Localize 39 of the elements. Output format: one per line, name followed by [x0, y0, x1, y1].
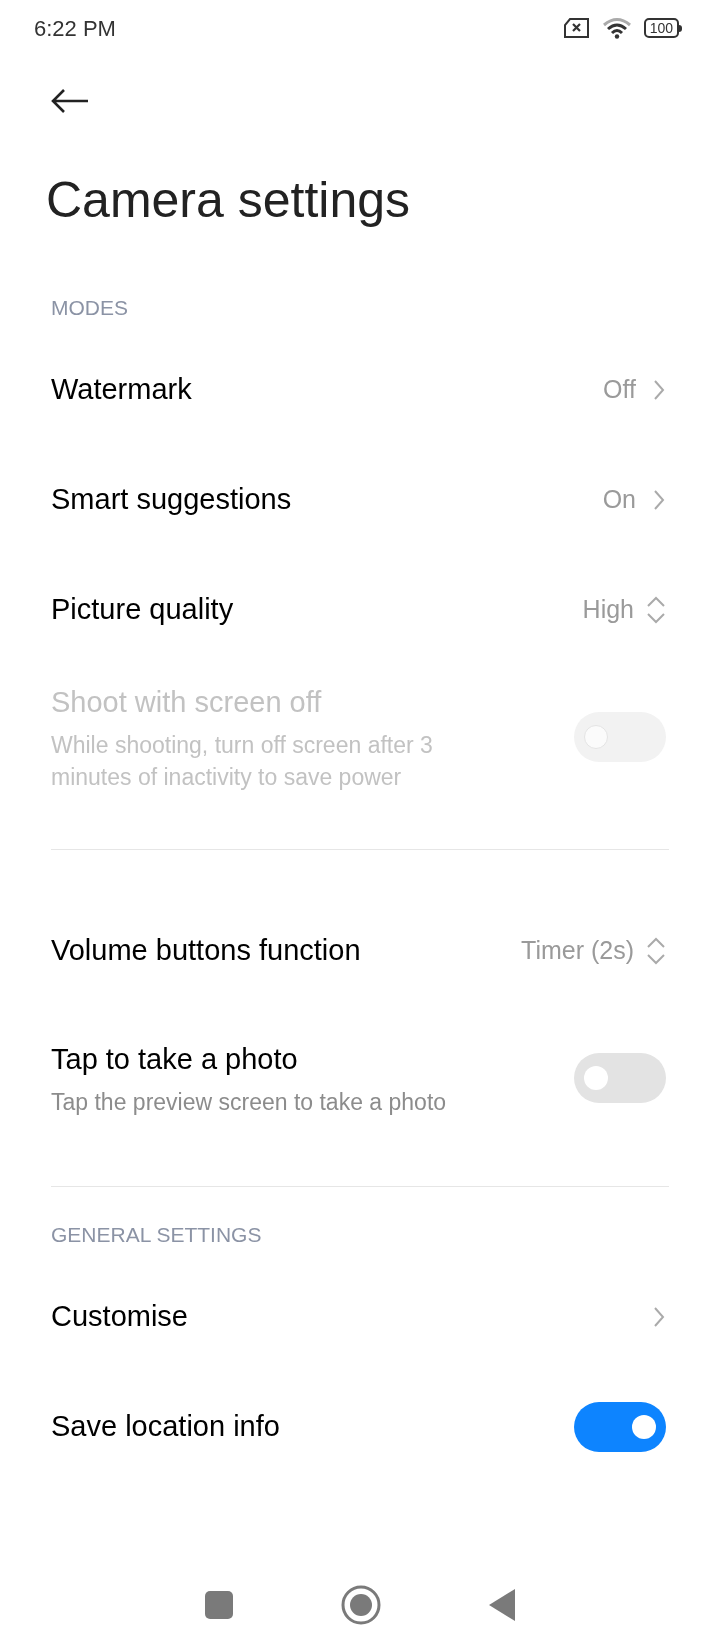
up-down-chevron-icon	[646, 595, 666, 625]
chevron-right-icon	[652, 488, 666, 512]
up-down-chevron-icon	[646, 936, 666, 966]
settings-row[interactable]: Smart suggestions On	[0, 445, 720, 555]
setting-label: Tap to take a photo	[51, 1042, 299, 1078]
setting-label: Smart suggestions	[51, 482, 292, 518]
section-header: MODES	[51, 294, 128, 321]
setting-description: While shooting, turn off screen after 3 minutes of inactivity to save power	[51, 730, 434, 792]
setting-label: Volume buttons function	[51, 933, 361, 969]
back-icon[interactable]	[488, 1588, 517, 1622]
back-arrow-icon[interactable]	[51, 87, 89, 114]
chevron-right-icon	[652, 378, 666, 402]
settings-row[interactable]: Watermark Off	[0, 335, 720, 445]
setting-label: Picture quality	[51, 592, 234, 628]
setting-value: High	[582, 594, 634, 626]
toggle-switch[interactable]	[574, 1402, 666, 1452]
home-icon[interactable]	[341, 1585, 381, 1625]
battery-indicator: 100	[643, 18, 679, 38]
recents-icon[interactable]	[203, 1590, 234, 1620]
setting-value: Timer (2s)	[521, 935, 634, 967]
setting-label: Customise	[51, 1299, 188, 1335]
settings-row[interactable]: Tap to take a photo Tap the preview screen to take a photo	[0, 1006, 720, 1150]
toggle-switch[interactable]	[574, 1053, 666, 1103]
setting-value: On	[602, 484, 636, 516]
setting-label: Shoot with screen off	[51, 685, 323, 721]
settings-row[interactable]: Customise	[0, 1262, 720, 1372]
setting-description: Tap the preview screen to take a photo	[51, 1087, 447, 1117]
settings-row[interactable]: Volume buttons function Timer (2s)	[0, 896, 720, 1006]
settings-row[interactable]: Save location info	[0, 1372, 720, 1482]
settings-row[interactable]: Picture quality High	[0, 555, 720, 665]
setting-label: Save location info	[51, 1409, 280, 1445]
section-header: GENERAL SETTINGS	[51, 1221, 262, 1248]
setting-value: Off	[603, 374, 636, 406]
page-title: Camera settings	[46, 170, 411, 230]
wifi-icon	[601, 17, 632, 39]
chevron-right-icon	[652, 1305, 666, 1329]
status-time: 6:22 PM	[34, 14, 116, 43]
setting-label: Watermark	[51, 372, 192, 408]
no-sim-icon	[563, 18, 590, 38]
